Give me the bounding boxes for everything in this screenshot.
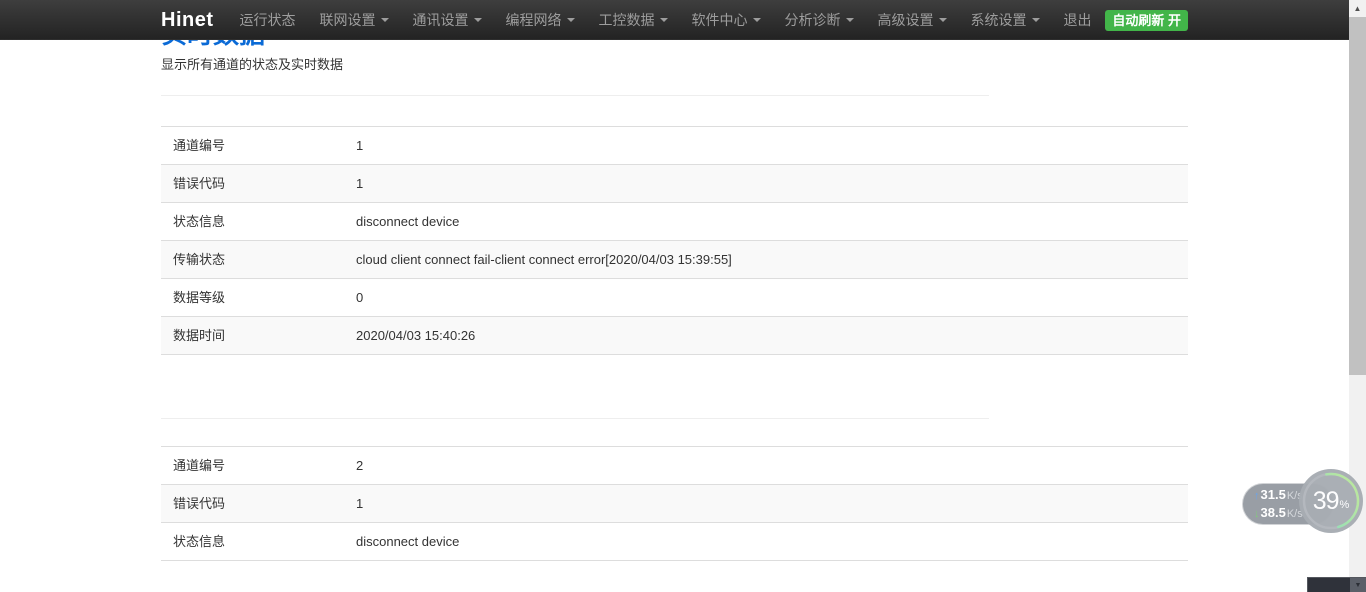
table-row: 数据等级 0 — [161, 279, 1188, 317]
nav-menu-item[interactable]: 系统设置 — [959, 0, 1052, 40]
row-label: 错误代码 — [161, 485, 344, 523]
row-value: 2 — [344, 447, 1188, 485]
row-label: 通道编号 — [161, 127, 344, 165]
table-row: 状态信息 disconnect device — [161, 523, 1188, 561]
nav-menu-item[interactable]: 分析诊断 — [773, 0, 866, 40]
percent-value: 39 — [1313, 487, 1339, 516]
corner-popup-panel[interactable]: ▼ — [1307, 577, 1366, 592]
chevron-down-icon — [846, 18, 854, 22]
table-row: 错误代码 1 — [161, 165, 1188, 203]
page-subtitle: 显示所有通道的状态及实时数据 — [161, 57, 1188, 73]
chevron-down-icon — [1032, 18, 1040, 22]
scrollbar-thumb[interactable] — [1349, 17, 1366, 375]
nav-menu: 运行状态 联网设置 通讯设置 — [228, 0, 1104, 40]
upload-arrow-icon: ↑ — [1254, 490, 1260, 502]
divider — [161, 418, 989, 419]
channel-1-table: 通道编号 1 错误代码 1 状态信息 disconnect device 传输状… — [161, 126, 1188, 355]
row-label: 状态信息 — [161, 203, 344, 241]
nav-menu-link[interactable]: 分析诊断 — [773, 0, 866, 40]
nav-menu-item[interactable]: 联网设置 — [308, 0, 401, 40]
nav-menu-link[interactable]: 退出 — [1052, 0, 1104, 40]
nav-menu-link[interactable]: 软件中心 — [680, 0, 773, 40]
row-label: 数据等级 — [161, 279, 344, 317]
divider — [161, 95, 989, 96]
corner-dropdown-arrow-icon[interactable]: ▼ — [1350, 578, 1366, 592]
nav-menu-item[interactable]: 运行状态 — [228, 0, 308, 40]
progress-percent-badge[interactable]: 39 % — [1299, 469, 1363, 533]
nav-menu-item[interactable]: 高级设置 — [866, 0, 959, 40]
row-value: 0 — [344, 279, 1188, 317]
table-row: 错误代码 1 — [161, 485, 1188, 523]
chevron-down-icon — [660, 18, 668, 22]
nav-menu-item[interactable]: 通讯设置 — [401, 0, 494, 40]
table-row: 状态信息 disconnect device — [161, 203, 1188, 241]
chevron-down-icon — [567, 18, 575, 22]
brand-logo[interactable]: Hinet — [161, 0, 214, 40]
percent-symbol: % — [1340, 499, 1350, 511]
row-value: 1 — [344, 165, 1188, 203]
nav-menu-link[interactable]: 通讯设置 — [401, 0, 494, 40]
chevron-down-icon — [939, 18, 947, 22]
channel-2-table: 通道编号 2 错误代码 1 状态信息 disconnect device — [161, 446, 1188, 561]
nav-menu-link[interactable]: 联网设置 — [308, 0, 401, 40]
nav-menu-link[interactable]: 高级设置 — [866, 0, 959, 40]
upload-speed-value: 31.5 — [1261, 487, 1286, 502]
nav-menu-item[interactable]: 退出 — [1052, 0, 1104, 40]
download-arrow-icon: ↓ — [1254, 508, 1260, 520]
row-value: 2020/04/03 15:40:26 — [344, 317, 1188, 355]
row-value: disconnect device — [344, 523, 1188, 561]
auto-refresh-toggle-badge[interactable]: 自动刷新 开 — [1105, 10, 1188, 31]
table-row: 通道编号 2 — [161, 447, 1188, 485]
row-value: 1 — [344, 485, 1188, 523]
navbar-inner: Hinet 运行状态 联网设置 — [161, 0, 1188, 40]
chevron-down-icon — [381, 18, 389, 22]
nav-menu-item[interactable]: 软件中心 — [680, 0, 773, 40]
progress-percent-text: 39 % — [1299, 469, 1363, 533]
table-row: 通道编号 1 — [161, 127, 1188, 165]
row-label: 通道编号 — [161, 447, 344, 485]
nav-menu-link[interactable]: 系统设置 — [959, 0, 1052, 40]
nav-menu-link[interactable]: 工控数据 — [587, 0, 680, 40]
nav-menu-item[interactable]: 工控数据 — [587, 0, 680, 40]
row-value: 1 — [344, 127, 1188, 165]
navbar: Hinet 运行状态 联网设置 — [0, 0, 1366, 40]
nav-menu-link[interactable]: 运行状态 — [228, 0, 308, 40]
table-row: 传输状态 cloud client connect fail-client co… — [161, 241, 1188, 279]
scrollbar-up-arrow-icon[interactable]: ▲ — [1349, 0, 1366, 17]
row-label: 状态信息 — [161, 523, 344, 561]
download-speed-value: 38.5 — [1261, 505, 1286, 520]
row-label: 数据时间 — [161, 317, 344, 355]
nav-menu-item[interactable]: 编程网络 — [494, 0, 587, 40]
row-label: 传输状态 — [161, 241, 344, 279]
main-content: 实时数据 显示所有通道的状态及实时数据 通道编号 1 错误代码 1 状态信息 d… — [161, 0, 1188, 561]
row-value: cloud client connect fail-client connect… — [344, 241, 1188, 279]
chevron-down-icon — [474, 18, 482, 22]
nav-menu-link[interactable]: 编程网络 — [494, 0, 587, 40]
row-value: disconnect device — [344, 203, 1188, 241]
chevron-down-icon — [753, 18, 761, 22]
row-label: 错误代码 — [161, 165, 344, 203]
table-row: 数据时间 2020/04/03 15:40:26 — [161, 317, 1188, 355]
